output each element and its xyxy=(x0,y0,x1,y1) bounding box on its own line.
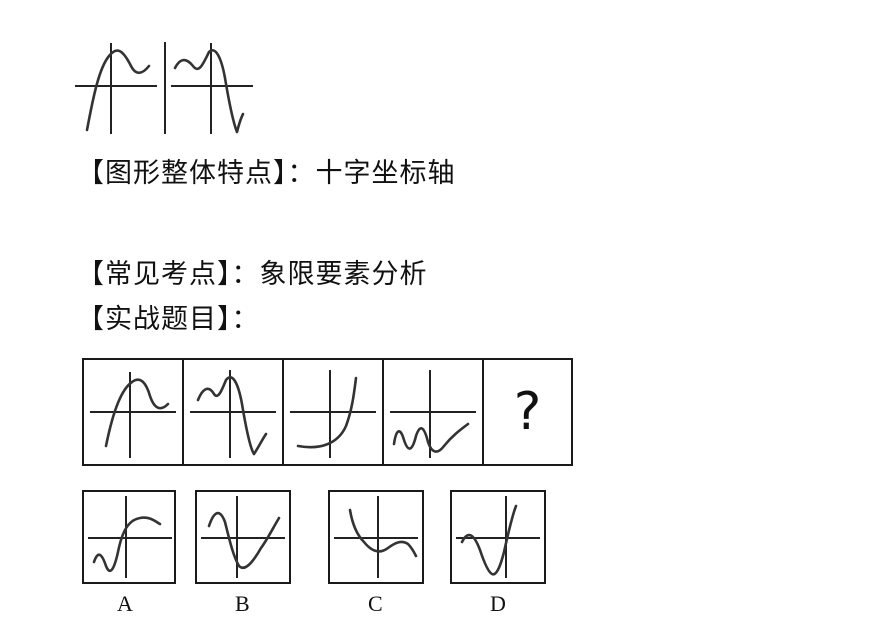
example-figure xyxy=(75,38,255,138)
common-line: 【常见考点】：象限要素分析 xyxy=(77,258,428,292)
option-b-figure[interactable] xyxy=(195,490,291,584)
practice-label: 【实战题目】： xyxy=(77,304,260,335)
option-a-figure[interactable] xyxy=(82,490,176,584)
sequence-figure-2 xyxy=(182,360,282,464)
option-c-label[interactable]: C xyxy=(368,591,383,617)
option-d-label[interactable]: D xyxy=(490,591,506,617)
common-label: 【常见考点】： xyxy=(77,259,260,290)
feature-line: 【图形整体特点】：十字坐标轴 xyxy=(77,157,456,191)
sequence-figure-3 xyxy=(282,360,382,464)
common-value: 象限要素分析 xyxy=(259,259,428,290)
sequence-figure-1 xyxy=(84,360,182,464)
option-b-label[interactable]: B xyxy=(235,591,250,617)
option-d-figure[interactable] xyxy=(450,490,546,584)
feature-value: 十字坐标轴 xyxy=(315,158,456,189)
practice-line: 【实战题目】： xyxy=(77,303,260,337)
feature-label: 【图形整体特点】： xyxy=(77,158,316,189)
question-mark: ? xyxy=(513,382,542,442)
sequence-figure-4 xyxy=(382,360,482,464)
option-a-label[interactable]: A xyxy=(117,591,133,617)
sequence-strip: ? xyxy=(82,358,573,466)
sequence-unknown: ? xyxy=(482,360,571,464)
example-right-curve xyxy=(173,49,245,134)
option-c-figure[interactable] xyxy=(328,490,424,584)
example-figure-svg xyxy=(75,42,253,134)
example-left-curve xyxy=(85,49,151,132)
